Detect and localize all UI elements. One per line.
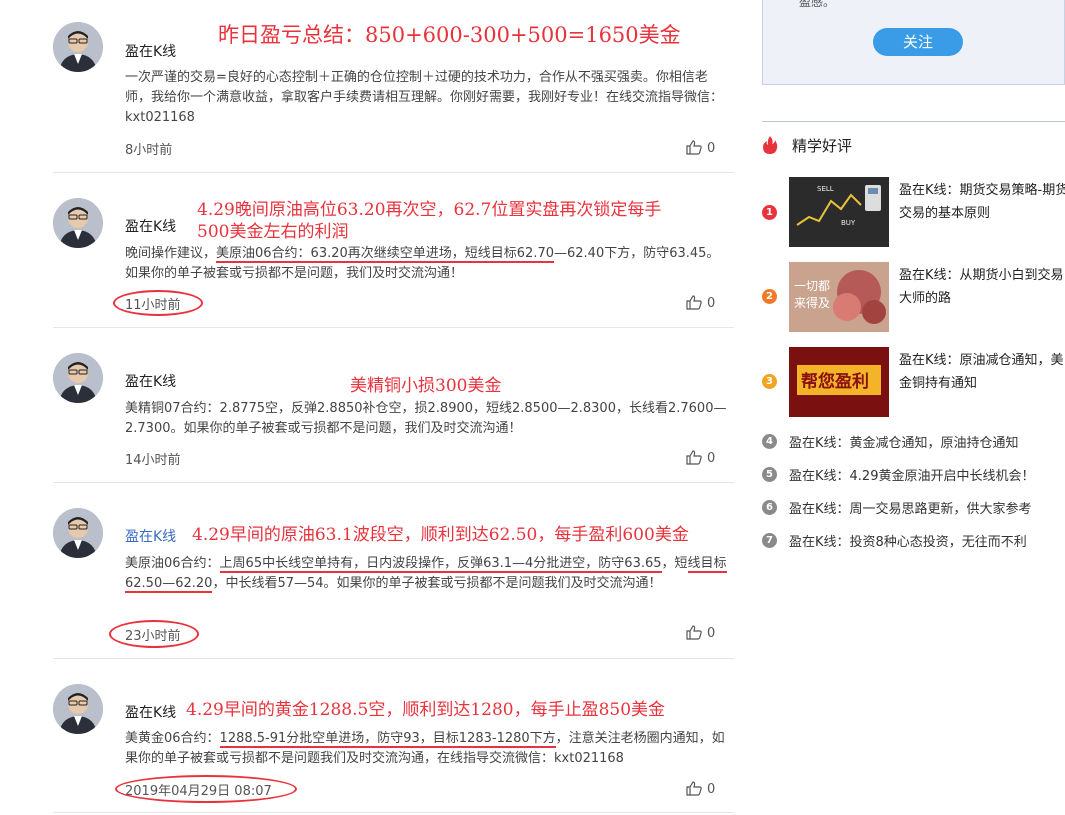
article-item[interactable]: 6 盈在K线：周一交易思路更新，供大家参考 [762,498,1065,518]
post-annotation: 4.29早间的原油63.1波段空，顺利到达62.50，每手盈利600美金 [192,525,689,545]
article-thumbnail[interactable]: 一切都 来得及 [789,262,889,332]
thumb-caption: 一切都 [794,279,830,293]
rank-badge: 5 [762,467,777,482]
avatar[interactable] [53,684,103,734]
body-prefix: 晚间操作建议， [125,246,217,261]
post-annotation: 4.29晚间原油高位63.20再次空，62.7位置实盘再次锁定每手 [197,200,662,220]
underlined-text: 上周65中长线空单持有，日内波段操作，反弹63.1—4分批进空，防守63.65 [219,556,662,573]
thumbs-up-icon [686,295,702,310]
thumbs-up-icon [686,625,702,640]
post-body: 一次严谨的交易=良好的心态控制＋正确的仓位控制＋过硬的技术功力，合作从不强买强卖… [125,70,724,125]
sidebar: 盈感。 关注 精学好评 1 SELL BUY 盈在K线：期货交易策略-期货交易的… [762,0,1065,815]
author-name[interactable]: 盈在K线 [125,371,176,391]
post-time: 8小时前 [125,143,173,158]
article-item[interactable]: 3 帮您盈利 盈在K线：原油减仓通知，美金铜持有通知 [762,347,1065,419]
underlined-text: 1288.5-91分批空单进场，防守93，目标1283-1280下方 [219,731,556,748]
like-count: 0 [707,296,716,311]
article-item[interactable]: 7 盈在K线：投资8种心态投资，无往而不利 [762,531,1065,551]
post-time: 14小时前 [125,453,181,468]
like-button[interactable]: 0 [686,781,715,797]
thumbs-up-icon [686,140,702,155]
card-text: 盈感。 [799,0,836,9]
thumb-caption: SELL [817,185,834,193]
rank-badge: 1 [762,205,777,220]
divider [762,121,1065,122]
section-title: 精学好评 [792,137,853,155]
post-annotation: 昨日盈亏总结：850+600-300+500=1650美金 [218,23,681,47]
post-body: 美原油06合约：上周65中长线空单持有，日内波段操作，反弹63.1—4分批进空，… [125,554,732,594]
avatar[interactable] [53,198,103,248]
author-name[interactable]: 盈在K线 [125,702,176,722]
post-annotation: 4.29早间的黄金1288.5空，顺利到达1280，每手止盈850美金 [186,700,666,720]
article-item[interactable]: 5 盈在K线：4.29黄金原油开启中长线机会！ [762,465,1065,485]
article-title[interactable]: 盈在K线：原油减仓通知，美金铜持有通知 [899,349,1065,395]
like-button[interactable]: 0 [686,625,715,641]
avatar[interactable] [53,353,103,403]
post-body: 晚间操作建议，美原油06合约：63.20再次继续空单进场，短线目标62.70—6… [125,244,732,284]
thumb-caption: BUY [841,219,856,227]
article-title[interactable]: 盈在K线：4.29黄金原油开启中长线机会！ [789,465,1034,484]
like-count: 0 [707,141,716,156]
thumbs-up-icon [686,450,702,465]
rank-badge: 3 [762,374,777,389]
divider [53,658,734,659]
author-name[interactable]: 盈在K线 [125,526,176,546]
post-annotation: 500美金左右的利润 [197,222,349,242]
article-title[interactable]: 盈在K线：从期货小白到交易大师的路 [899,264,1065,310]
underlined-text: 美原油06合约：63.20再次继续空单进场，短线目标62.70 [216,246,554,263]
post-body: 美精铜07合约：2.8775空，反弹2.8850补仓空，损2.8900，短线2.… [125,401,727,436]
article-title[interactable]: 盈在K线：黄金减仓通知，原油持仓通知 [789,432,1019,451]
fire-icon [763,136,778,154]
like-button[interactable]: 0 [686,295,715,311]
article-thumbnail[interactable]: SELL BUY [789,177,889,247]
body-mid: ，短 [661,556,688,571]
divider [53,812,734,813]
divider [53,172,734,173]
rank-badge: 2 [762,289,777,304]
article-title[interactable]: 盈在K线：投资8种心态投资，无往而不利 [789,531,1027,550]
rank-badge: 7 [762,533,777,548]
avatar[interactable] [53,22,103,72]
like-count: 0 [707,451,716,466]
post-body: 美黄金06合约：1288.5-91分批空单进场，防守93，目标1283-1280… [125,729,732,769]
time-highlight-circle [115,775,297,803]
like-count: 0 [707,782,716,797]
thumb-caption: 来得及 [794,295,830,310]
time-highlight-circle [109,620,199,648]
thumb-caption: 帮您盈利 [801,371,869,392]
post-annotation: 美精铜小损300美金 [350,376,502,396]
article-item[interactable]: 2 一切都 来得及 盈在K线：从期货小白到交易大师的路 [762,262,1065,334]
body-rest: ，中长线看57—54。如果你的单子被套或亏损都不是问题我们及时交流沟通！ [212,576,662,591]
thumbs-up-icon [686,781,702,796]
author-name[interactable]: 盈在K线 [125,216,176,236]
like-count: 0 [707,626,716,641]
article-title[interactable]: 盈在K线：期货交易策略-期货交易的基本原则 [899,179,1065,225]
article-item[interactable]: 1 SELL BUY 盈在K线：期货交易策略-期货交易的基本原则 [762,177,1065,249]
author-name[interactable]: 盈在K线 [125,41,176,61]
divider [53,327,734,328]
like-button[interactable]: 0 [686,450,715,466]
body-prefix: 美黄金06合约： [125,731,220,746]
follow-button[interactable]: 关注 [873,28,963,56]
article-item[interactable]: 4 盈在K线：黄金减仓通知，原油持仓通知 [762,432,1065,452]
rank-badge: 4 [762,434,777,449]
rank-badge: 6 [762,500,777,515]
like-button[interactable]: 0 [686,140,715,156]
avatar[interactable] [53,508,103,558]
divider [53,482,734,483]
author-follow-card: 盈感。 关注 [762,0,1065,85]
news-feed: 盈在K线 昨日盈亏总结：850+600-300+500=1650美金 一次严谨的… [0,0,735,815]
article-thumbnail[interactable]: 帮您盈利 [789,347,889,417]
body-prefix: 美原油06合约： [125,556,220,571]
article-title[interactable]: 盈在K线：周一交易思路更新，供大家参考 [789,498,1032,517]
time-highlight-circle [113,290,203,316]
